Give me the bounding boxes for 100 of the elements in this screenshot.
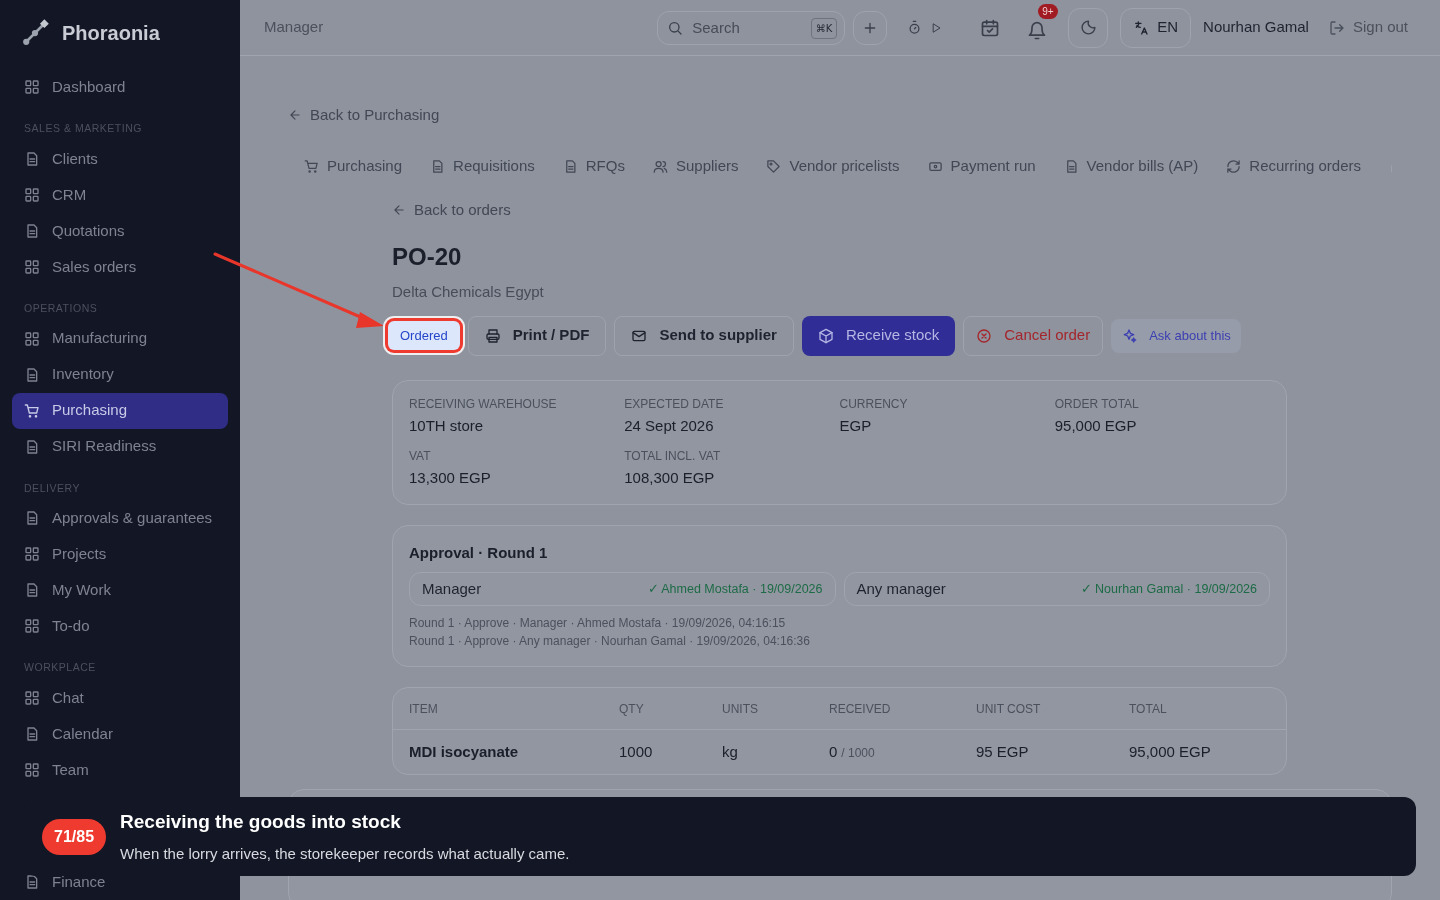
nav-item[interactable]: To-do [12,608,228,645]
nav-item-icon [24,79,40,95]
field-value: 10TH store [409,415,485,436]
tab[interactable]: Vendor pricelists [766,155,900,178]
received-count: 0 [829,741,838,762]
nav-item-icon [24,330,40,347]
nav-item-icon [24,546,40,563]
nav-item-icon [24,438,40,455]
nav-item-icon [24,258,40,275]
tab-icon [1226,159,1242,174]
step-counter: 71/85 [42,818,107,855]
column-header: QTY [619,700,645,718]
translate-icon [1133,19,1150,36]
approver-role: Any manager [856,578,946,599]
column-header: ITEM [409,700,439,718]
column-header: UNITS [722,700,759,718]
nav-item[interactable]: Dashboard [12,69,228,105]
printer-icon [484,327,501,344]
field-label: RECEIVING WAREHOUSE [409,395,558,413]
tab-icon [652,159,668,174]
language-button[interactable]: EN [1120,7,1192,48]
shortcut-hint: ⌘K [810,17,838,39]
nav-item[interactable]: SIRI Readiness [12,428,228,465]
nav-item[interactable]: Approvals & guarantees [12,500,228,537]
table-cell-text: 95,000 EGP [1129,741,1212,762]
nav-item-icon [24,618,40,635]
timer-button[interactable] [907,20,943,35]
order-number: PO-20 [392,242,463,272]
action-button[interactable]: Receive stock [801,315,956,356]
action-button[interactable]: Ask about this [1111,318,1241,353]
tab[interactable]: Suppliers [652,155,739,178]
nav-item-icon [24,690,40,706]
table-cell-text: 95 EGP [976,741,1030,762]
tab[interactable]: Requisitions [430,155,535,178]
tab[interactable]: Recurring orders [1226,155,1362,178]
nav-item[interactable]: Calendar [12,716,228,752]
section-heading: WORKPLACE [23,660,97,676]
receive-icon [817,327,834,344]
nav-item-icon [24,402,40,419]
tab-icon [927,159,943,174]
back-link[interactable]: Back to orders [392,198,511,221]
cancel-icon [976,327,993,344]
field-value: EGP [839,415,873,436]
tab[interactable]: Payment run [927,155,1036,178]
column-header: RECEIVED [829,700,892,718]
logout-icon [1328,19,1345,36]
user-name: Nourhan Gamal [1203,17,1309,38]
column-header: TOTAL [1129,700,1168,718]
tab[interactable]: Purchasing [304,155,403,178]
column-header: UNIT COST [976,700,1042,718]
action-button[interactable]: Print / PDF [467,315,607,356]
add-button[interactable] [853,10,888,45]
nav-item[interactable]: Finance [12,864,228,900]
table-cell-text: MDI isocyanate [409,741,520,762]
field-value: 24 Sept 2026 [624,415,715,436]
search-icon [667,19,684,36]
field-label: ORDER TOTAL [1054,395,1140,413]
nav-item[interactable]: Purchasing [12,392,228,429]
table-cell-text: kg [722,741,739,762]
supplier-name: Delta Chemicals Egypt [392,282,545,302]
sign-out-button[interactable]: Sign out [1328,16,1408,39]
tab[interactable]: Vendor bills (AP) [1063,155,1199,178]
nav-item[interactable]: Chat [12,680,228,716]
section-heading: SALES & MARKETING [23,121,144,136]
field-label: VAT [409,448,432,465]
nav-item[interactable]: Inventory [12,356,228,393]
action-button[interactable]: Send to supplier [614,315,794,356]
nav-item-icon [24,150,40,167]
moon-icon [1079,19,1097,36]
field-value: 95,000 EGP [1054,415,1138,436]
tab[interactable]: RFQs [562,155,625,178]
nav-item[interactable]: Manufacturing [12,320,228,357]
nav-item-icon [24,762,40,778]
tab-icon [766,159,782,174]
play-icon [930,21,943,34]
nav-item-icon [24,366,40,383]
nav-item[interactable]: Team [12,752,228,788]
nav-item[interactable]: My Work [12,572,228,609]
approval-title: Approval · Round 1 [409,542,549,563]
section-heading: OPERATIONS [23,300,99,316]
notification-badge: 9+ [1038,3,1058,19]
nav-item[interactable]: Quotations [12,212,228,249]
tour-title: Receiving the goods into stock [120,810,402,834]
nav-item-icon [24,726,40,742]
approval-log-entry: Round 1 · Approve · Manager · Ahmed Mostafa · 19/09/2026, 04:16:15 [409,615,787,632]
nav-item[interactable]: Clients [12,140,228,177]
breadcrumb: Manager [264,17,324,38]
calendar-icon [980,17,1001,38]
back-arrow-icon [392,202,406,217]
sparkle-icon [1121,327,1138,344]
action-button[interactable]: Cancel order [963,315,1104,356]
nav-item[interactable]: CRM [12,176,228,213]
theme-toggle[interactable] [1068,7,1109,48]
approval-status: ✓ Ahmed Mostafa · 19/09/2026 [647,580,823,598]
approval-log-entry: Round 1 · Approve · Any manager · Nourhan Gamal · 19/09/2026, 04:16:36 [409,633,811,650]
nav-item[interactable]: Projects [12,536,228,573]
nav-item-icon [24,874,40,890]
nav-item-icon [24,582,40,599]
nav-item[interactable]: Sales orders [12,248,228,285]
back-link[interactable]: Back to Purchasing [288,104,440,127]
